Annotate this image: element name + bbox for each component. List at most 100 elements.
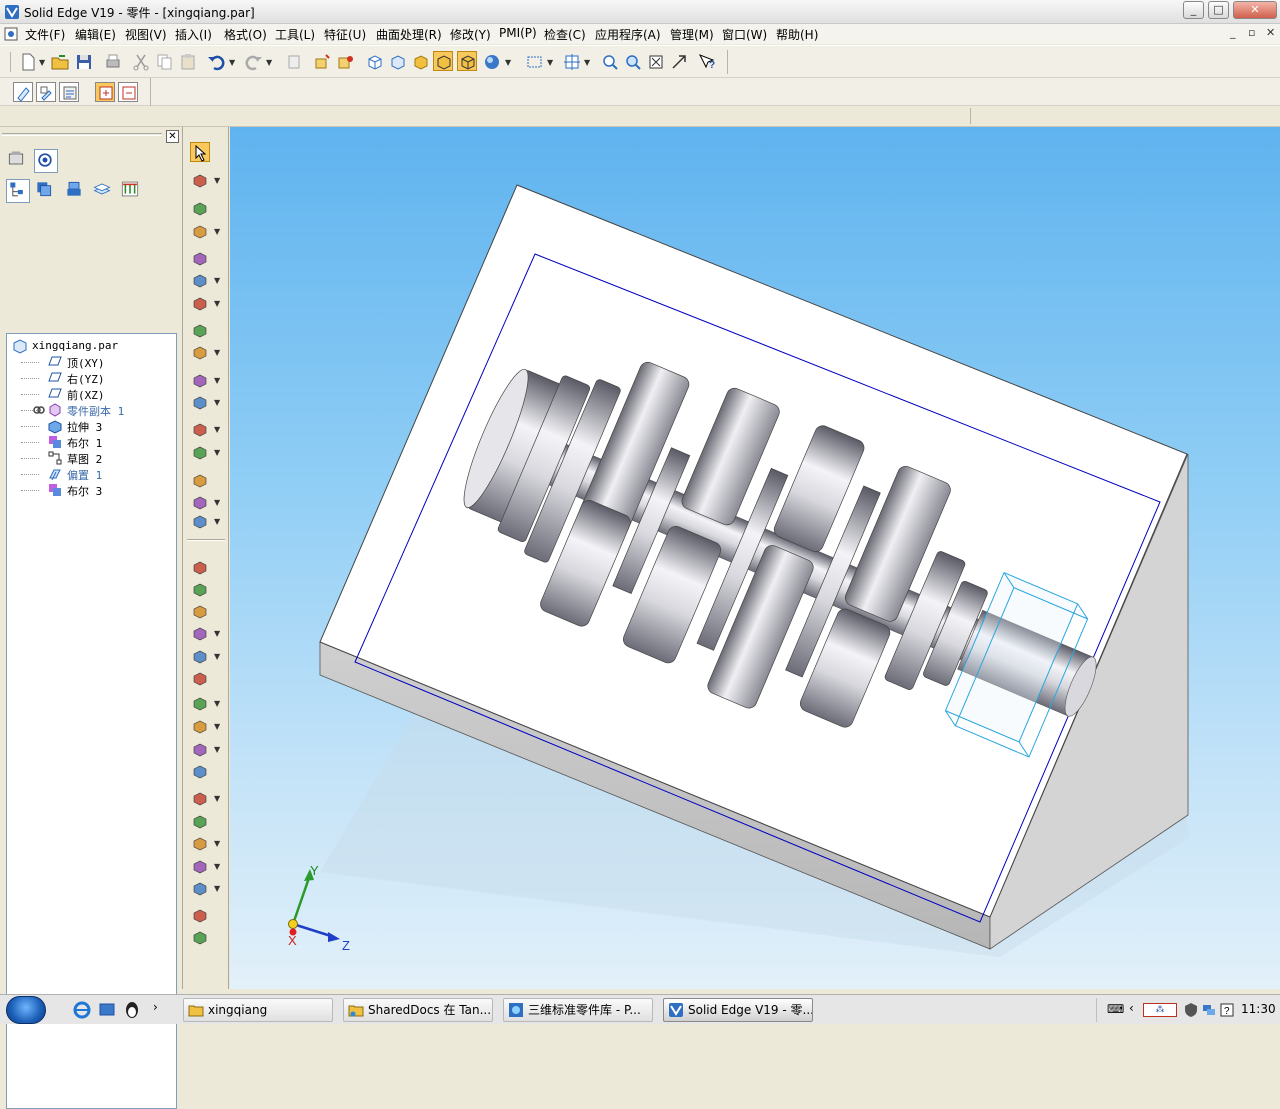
pane-close-icon[interactable]: ✕ xyxy=(166,130,179,143)
draft-dropdown-icon[interactable]: ▼ xyxy=(214,398,220,407)
taskbar-btn-xingqiang[interactable]: xingqiang xyxy=(183,998,333,1022)
offset-surface-icon[interactable] xyxy=(190,668,210,688)
thin-wall-icon[interactable] xyxy=(190,370,210,390)
open-folder-icon[interactable] xyxy=(50,52,70,72)
edit-profile-icon[interactable] xyxy=(13,82,33,102)
menu-file[interactable]: 文件(F) xyxy=(25,26,65,43)
pattern-dropdown-icon[interactable]: ▼ xyxy=(214,299,220,308)
view-front-icon[interactable] xyxy=(365,52,385,72)
show-desktop-icon[interactable] xyxy=(97,1000,117,1020)
intersect-icon[interactable] xyxy=(190,788,210,808)
cutout-icon[interactable] xyxy=(190,248,210,268)
cut-icon[interactable] xyxy=(131,52,151,72)
copy-icon[interactable] xyxy=(154,52,174,72)
maximize-button[interactable]: □ xyxy=(1208,1,1229,19)
show-all-icon[interactable] xyxy=(95,82,115,102)
trim-surface-dropdown-icon[interactable]: ▼ xyxy=(214,722,220,731)
swept-dropdown-icon[interactable]: ▼ xyxy=(214,517,220,526)
pan-icon[interactable] xyxy=(669,52,689,72)
tree-item[interactable]: 布尔 1 xyxy=(7,434,167,450)
reference-plane-icon[interactable] xyxy=(190,905,210,925)
select-tools-dropdown-icon[interactable]: ▼ xyxy=(547,58,553,67)
menu-applications[interactable]: 应用程序(A) xyxy=(595,26,661,43)
derived-curve-dropdown-icon[interactable]: ▼ xyxy=(214,839,220,848)
revolve-dropdown-icon[interactable]: ▼ xyxy=(214,227,220,236)
trim-surface-icon[interactable] xyxy=(190,716,210,736)
hole-icon[interactable] xyxy=(190,270,210,290)
zoom-icon[interactable] xyxy=(623,52,643,72)
minimize-button[interactable]: _ xyxy=(1183,1,1204,19)
normal-protrusion-icon[interactable] xyxy=(190,601,210,621)
coordinate-system-icon[interactable] xyxy=(190,927,210,947)
taskbar-btn-solid-edge[interactable]: Solid Edge V19 - 零... xyxy=(663,998,813,1022)
menu-inspect[interactable]: 检查(C) xyxy=(544,26,586,43)
swept-icon[interactable] xyxy=(190,511,210,531)
start-button[interactable] xyxy=(6,996,46,1024)
part-copy-tool-dropdown-icon[interactable]: ▼ xyxy=(214,629,220,638)
split-curve-dropdown-icon[interactable]: ▼ xyxy=(214,862,220,871)
menu-view[interactable]: 视图(V) xyxy=(125,26,167,43)
protrusion-icon[interactable] xyxy=(190,198,210,218)
graphics-window[interactable]: Y Z X xyxy=(230,127,1280,989)
pattern-icon[interactable] xyxy=(190,293,210,313)
tree-item[interactable]: 布尔 3 xyxy=(7,482,167,498)
tree-root[interactable]: xingqiang.par xyxy=(7,338,167,354)
solid-edge-app-icon[interactable] xyxy=(4,4,20,20)
chamfer-icon[interactable] xyxy=(190,342,210,362)
hide-all-icon[interactable] xyxy=(118,82,138,102)
menu-pmi[interactable]: PMI(P) xyxy=(499,26,537,40)
new-file-icon[interactable] xyxy=(18,52,38,72)
layers-icon[interactable] xyxy=(34,149,58,173)
pane-grip[interactable] xyxy=(2,133,162,136)
layers-tab-icon[interactable] xyxy=(92,179,116,203)
family-of-parts-icon[interactable] xyxy=(34,179,58,203)
shaded-icon[interactable] xyxy=(411,52,431,72)
revolve-icon[interactable] xyxy=(190,221,210,241)
doc-restore-button[interactable]: ▫ xyxy=(1248,26,1255,39)
doc-minimize-button[interactable]: _ xyxy=(1230,26,1236,39)
edit-feature-icon[interactable] xyxy=(36,82,56,102)
select-tool-icon[interactable] xyxy=(190,142,210,162)
lip-icon[interactable] xyxy=(190,470,210,490)
model-scene[interactable]: Y Z X xyxy=(230,127,1280,989)
tree-item[interactable]: 顶(XY) xyxy=(7,354,167,370)
menu-tools[interactable]: 工具(L) xyxy=(275,26,315,43)
menu-modify[interactable]: 修改(Y) xyxy=(450,26,491,43)
tray-collapse-icon[interactable]: ‹ xyxy=(1129,1001,1134,1015)
undo-icon[interactable] xyxy=(206,52,226,72)
extend-surface-icon[interactable] xyxy=(190,739,210,759)
menu-format[interactable]: 格式(O) xyxy=(224,26,267,43)
paste-icon[interactable] xyxy=(178,52,198,72)
helix-icon[interactable] xyxy=(190,579,210,599)
sketch-plane-dropdown-icon[interactable]: ▼ xyxy=(214,176,220,185)
derived-curve-icon[interactable] xyxy=(190,833,210,853)
taskbar-btn-parts-library[interactable]: 三维标准零件库 - P... xyxy=(503,998,653,1022)
security-icon[interactable] xyxy=(1183,1002,1199,1018)
keyboard-icon[interactable]: ⌨ xyxy=(1107,1002,1124,1016)
fit-view-dropdown-icon[interactable]: ▼ xyxy=(584,58,590,67)
bluesurf-dropdown-icon[interactable]: ▼ xyxy=(214,699,220,708)
loft-icon[interactable] xyxy=(190,557,210,577)
fit-view-icon[interactable] xyxy=(562,52,582,72)
boolean-tool-dropdown-icon[interactable]: ▼ xyxy=(214,652,220,661)
zoom-area-icon[interactable] xyxy=(600,52,620,72)
menu-features[interactable]: 特征(U) xyxy=(324,26,366,43)
doc-close-button[interactable]: ✕ xyxy=(1266,26,1275,39)
bluesurf-icon[interactable] xyxy=(190,693,210,713)
feature-pathfinder-icon[interactable] xyxy=(6,149,30,173)
thin-wall-dropdown-icon[interactable]: ▼ xyxy=(214,376,220,385)
menu-surfacing[interactable]: 曲面处理(R) xyxy=(376,26,442,43)
menu-manage[interactable]: 管理(M) xyxy=(670,26,714,43)
select-tools-icon[interactable] xyxy=(525,52,545,72)
shaded-with-edges-icon[interactable] xyxy=(433,51,453,71)
tree-item[interactable]: 右(YZ) xyxy=(7,370,167,386)
view-style-dropdown-icon[interactable]: ▼ xyxy=(505,58,511,67)
document-icon[interactable] xyxy=(4,27,18,41)
help-tray-icon[interactable]: ? xyxy=(1219,1002,1235,1018)
tree-item[interactable]: 偏置 1 xyxy=(7,466,167,482)
redo-icon[interactable] xyxy=(244,52,264,72)
save-icon[interactable] xyxy=(74,52,94,72)
mirror-icon[interactable] xyxy=(190,492,210,512)
ie-icon[interactable] xyxy=(72,1000,92,1020)
keypoint-curve-icon[interactable] xyxy=(190,878,210,898)
